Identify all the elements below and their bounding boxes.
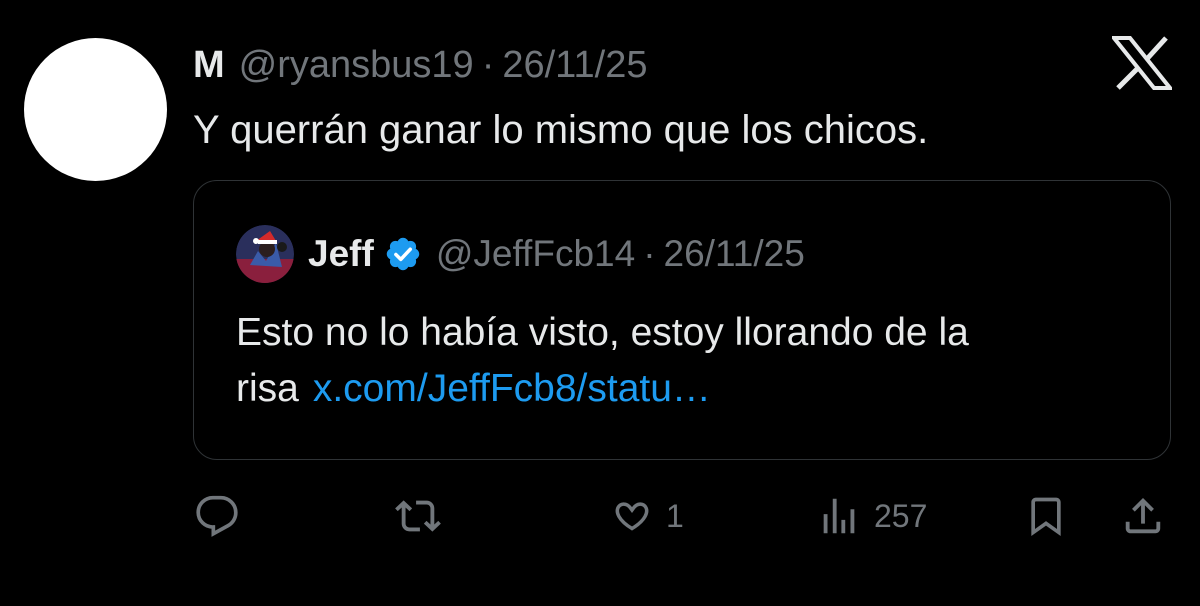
quoted-tweet-link[interactable]: x.com/JeffFcb8/statu… — [313, 367, 711, 410]
share-button[interactable] — [1120, 486, 1166, 546]
bookmark-button[interactable] — [1024, 486, 1068, 546]
quoted-tweet-card[interactable]: Jeff @JeffFcb14 · 26/11/25 Esto no lo ha… — [193, 180, 1171, 460]
retweet-button[interactable] — [395, 486, 441, 546]
author-display-name[interactable]: M — [193, 40, 225, 90]
quoted-author-display-name[interactable]: Jeff — [308, 231, 374, 277]
author-handle[interactable]: @ryansbus19 — [239, 40, 474, 90]
reply-icon — [195, 494, 239, 538]
quoted-tweet-header: Jeff @JeffFcb14 · 26/11/25 — [308, 231, 805, 277]
analytics-icon — [816, 493, 862, 539]
quoted-author-handle[interactable]: @JeffFcb14 — [436, 231, 635, 277]
author-avatar[interactable] — [24, 38, 167, 181]
tweet-text: Y querrán ganar lo mismo que los chicos. — [193, 108, 929, 152]
quoted-header-separator: · — [643, 233, 656, 274]
like-count: 1 — [666, 497, 684, 534]
like-button[interactable]: 1 — [610, 486, 684, 546]
action-bar: 1 257 — [0, 486, 1200, 546]
share-icon — [1120, 492, 1166, 540]
quoted-author-avatar[interactable] — [236, 225, 294, 283]
verified-badge-icon — [384, 235, 422, 273]
views-button[interactable]: 257 — [816, 486, 927, 546]
bookmark-icon — [1024, 492, 1068, 540]
x-logo-icon — [1109, 36, 1175, 90]
header-separator: · — [481, 44, 495, 86]
tweet-date[interactable]: 26/11/25 — [502, 40, 647, 90]
quoted-tweet-date[interactable]: 26/11/25 — [664, 231, 805, 277]
views-count: 257 — [874, 497, 928, 534]
heart-icon — [610, 494, 654, 538]
retweet-icon — [395, 493, 441, 539]
reply-button[interactable] — [195, 486, 239, 546]
tweet-header: M @ryansbus19 · 26/11/25 — [193, 40, 647, 90]
quoted-tweet-text: Esto no lo había visto, estoy llorando d… — [236, 305, 1156, 417]
